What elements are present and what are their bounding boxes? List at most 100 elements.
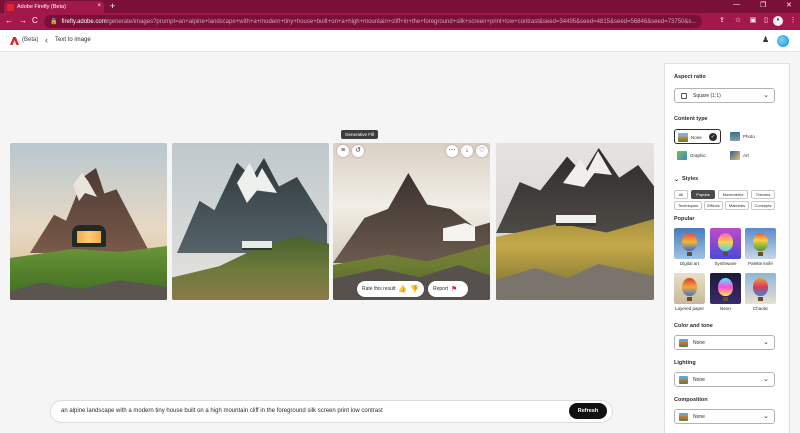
aspect-ratio-heading: Aspect ratio	[674, 74, 706, 80]
style-tile-neon[interactable]	[710, 273, 741, 304]
more-options-icon[interactable]: ⋯	[446, 145, 458, 157]
browser-tab[interactable]: Adobe Firefly (Beta) ×	[4, 1, 104, 13]
minimize-icon[interactable]: —	[733, 1, 740, 8]
generated-image-3[interactable]	[333, 143, 490, 300]
generated-image-4[interactable]	[496, 143, 654, 300]
maximize-icon[interactable]: ❐	[760, 1, 766, 9]
composition-dropdown[interactable]: None ⌄	[674, 409, 775, 424]
lighting-value: None	[693, 377, 705, 383]
none-thumbnail	[678, 133, 688, 142]
thumbs-up-icon[interactable]: 👍	[398, 285, 407, 293]
options-menu-icon[interactable]: ≡	[337, 145, 349, 157]
basket-icon	[723, 252, 728, 256]
browser-menu-icon[interactable]: ⋮	[788, 16, 798, 26]
window-close-icon[interactable]: ✕	[786, 1, 792, 9]
style-chip-all[interactable]: All	[674, 190, 688, 199]
chevron-down-icon: ⌄	[763, 376, 769, 383]
adobe-favicon-icon	[7, 3, 14, 11]
lighting-dropdown[interactable]: None ⌄	[674, 372, 775, 387]
style-chip-concepts[interactable]: Concepts	[751, 201, 775, 210]
share-icon[interactable]: ⇪	[717, 16, 727, 26]
style-tile-synthwave[interactable]	[710, 228, 741, 259]
settings-panel: Aspect ratio Square (1:1) ⌄ Content type…	[664, 63, 790, 433]
download-icon[interactable]: ↓	[461, 145, 473, 157]
extensions-icon[interactable]: ▣	[748, 16, 758, 26]
lock-icon: 🔒	[50, 19, 58, 25]
back-arrow-icon[interactable]: ←	[5, 16, 13, 26]
style-tile-label: Palette knife	[748, 261, 773, 266]
back-chevron-icon[interactable]: ‹	[45, 35, 48, 45]
balloon-icon	[718, 233, 733, 251]
color-tone-dropdown[interactable]: None ⌄	[674, 335, 775, 350]
style-tile-label: Chaotic	[752, 306, 769, 311]
flag-icon: ⚑	[451, 286, 458, 293]
profile-avatar[interactable]: •	[773, 16, 783, 26]
popular-heading: Popular	[674, 216, 695, 222]
report-button[interactable]: Report ⚑	[428, 281, 468, 297]
style-tile-digital-art[interactable]	[674, 228, 705, 259]
style-chip-effects[interactable]: Effects	[704, 201, 723, 210]
color-tone-thumbnail	[679, 339, 688, 347]
content-type-label: Graphic	[690, 153, 706, 158]
sidebar-icon[interactable]: ▯	[761, 16, 771, 26]
style-chip-popular[interactable]: Popular	[691, 190, 715, 199]
styles-collapse-icon[interactable]: ⌄	[674, 176, 679, 183]
user-avatar[interactable]	[777, 35, 789, 47]
forward-arrow-icon[interactable]: →	[19, 16, 27, 26]
favorite-heart-icon[interactable]: ♡	[476, 145, 488, 157]
content-type-art[interactable]: Art	[727, 148, 774, 163]
tab-title: Adobe Firefly (Beta)	[17, 4, 66, 10]
reload-icon[interactable]: C	[32, 16, 38, 26]
bookmark-star-icon[interactable]: ☆	[733, 16, 743, 26]
style-tile-palette-knife[interactable]	[745, 228, 776, 259]
chevron-down-icon: ⌄	[763, 339, 769, 346]
content-type-label: Art	[743, 153, 749, 158]
refresh-button[interactable]: Refresh	[569, 403, 607, 419]
basket-icon	[723, 297, 728, 301]
style-chip-techniques[interactable]: Techniques	[674, 201, 702, 210]
style-chip-materials[interactable]: Materials	[725, 201, 749, 210]
address-bar[interactable]: 🔒 firefly.adobe.com/generate/images?prom…	[44, 15, 702, 28]
composition-thumbnail	[679, 413, 688, 421]
rate-result-pill: Rate this result 👍 👎	[357, 281, 424, 297]
basket-icon	[687, 297, 692, 301]
content-type-heading: Content type	[674, 116, 708, 122]
content-type-none[interactable]: None ✓	[674, 129, 721, 144]
thumbs-down-icon[interactable]: 👎	[410, 285, 419, 293]
color-tone-value: None	[693, 340, 705, 346]
content-type-label: Photo	[743, 134, 755, 139]
generated-image-1[interactable]	[10, 143, 167, 300]
content-type-photo[interactable]: Photo	[727, 129, 774, 144]
style-tile-layered-paper[interactable]	[674, 273, 705, 304]
balloon-icon	[682, 233, 697, 251]
flask-icon[interactable]: ♟	[762, 35, 769, 44]
generated-image-2[interactable]	[172, 143, 329, 300]
content-type-label: None	[691, 135, 702, 140]
adobe-logo-icon[interactable]	[10, 37, 19, 45]
composition-value: None	[693, 414, 705, 420]
balloon-icon	[753, 233, 768, 251]
style-tile-label: Digital art	[679, 261, 699, 266]
prompt-input[interactable]: an alpine landscape with a modern tiny h…	[50, 400, 613, 423]
chevron-down-icon: ⌄	[763, 413, 769, 420]
style-tile-chaotic[interactable]	[745, 273, 776, 304]
tab-close-icon[interactable]: ×	[97, 3, 101, 9]
breadcrumb[interactable]: Text to image	[55, 37, 91, 43]
generative-fill-tooltip: Generative Fill	[341, 130, 379, 139]
aspect-ratio-dropdown[interactable]: Square (1:1) ⌄	[674, 88, 775, 103]
content-type-graphic[interactable]: Graphic	[674, 148, 721, 163]
lighting-heading: Lighting	[674, 360, 696, 366]
aspect-ratio-value: Square (1:1)	[693, 93, 721, 99]
balloon-icon	[682, 278, 697, 296]
new-tab-icon[interactable]: +	[110, 1, 115, 12]
basket-icon	[758, 252, 763, 256]
generative-fill-icon[interactable]: ↺	[352, 145, 364, 157]
app-header: (Beta) ‹ Text to image ♟	[0, 30, 800, 52]
style-tile-label: Synthwave	[714, 261, 737, 266]
style-chip-movements[interactable]: Movements	[718, 190, 748, 199]
basket-icon	[687, 252, 692, 256]
balloon-icon	[753, 278, 768, 296]
chevron-down-icon: ⌄	[763, 92, 769, 99]
prompt-text: an alpine landscape with a modern tiny h…	[61, 408, 383, 414]
style-chip-themes[interactable]: Themes	[751, 190, 775, 199]
